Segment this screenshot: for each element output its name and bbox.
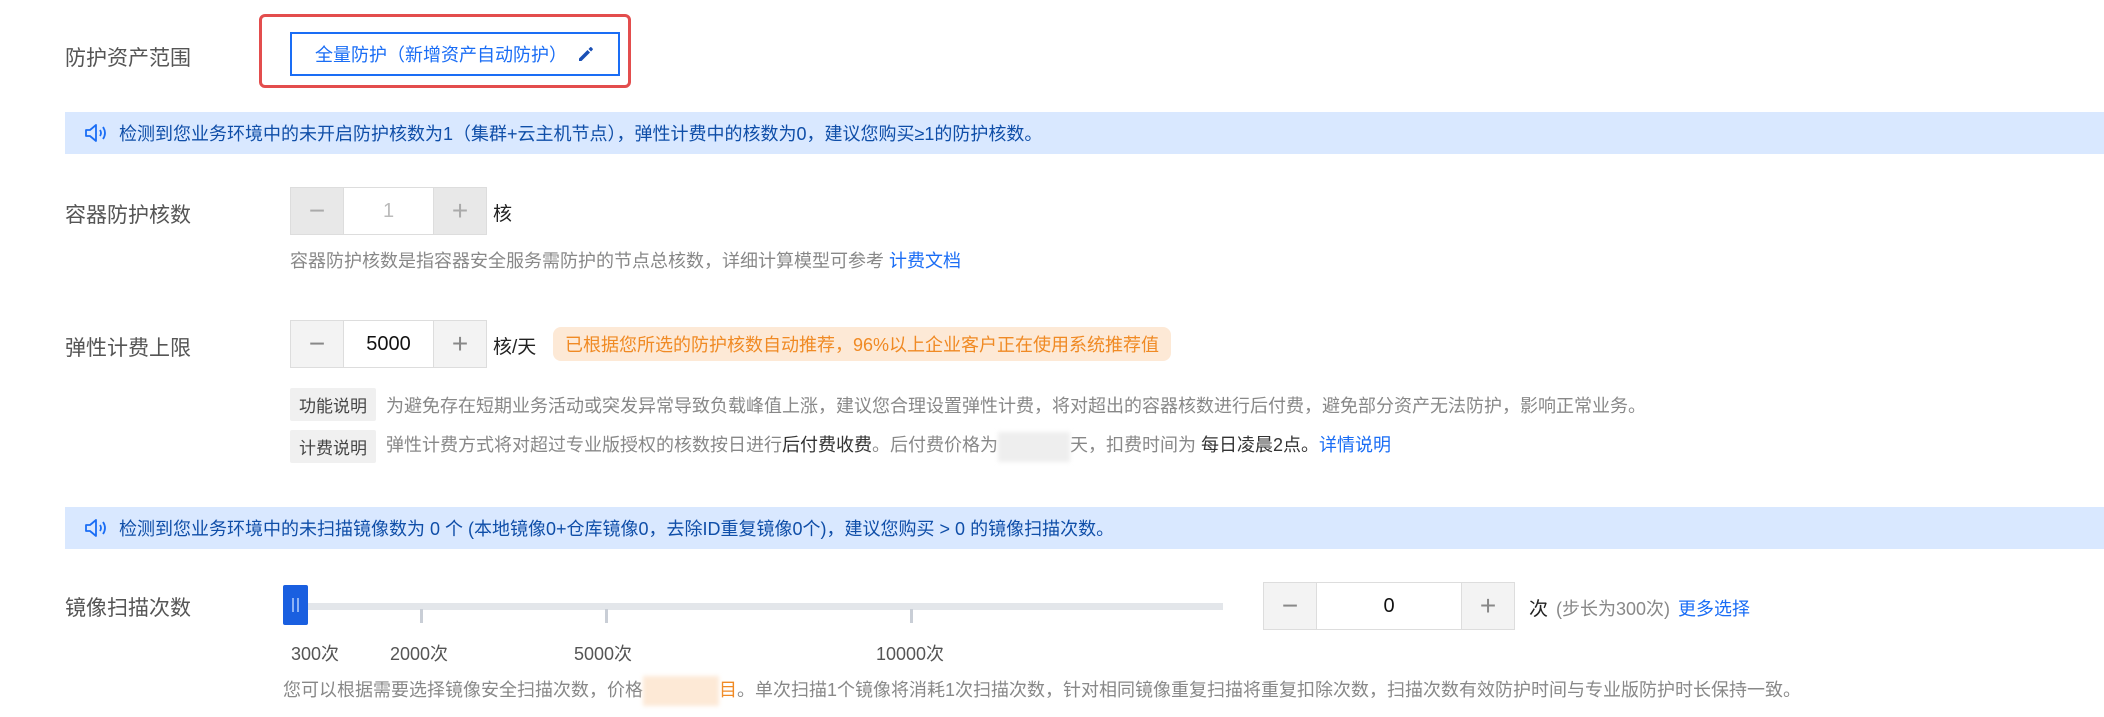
step-hint: (步长为300次) <box>1556 598 1671 619</box>
function-tag: 功能说明 <box>290 388 376 421</box>
container-cores-label: 容器防护核数 <box>65 204 191 227</box>
slider-tick <box>910 609 913 623</box>
notice-banner-images: 检测到您业务环境中的未扫描镜像数为 0 个 (本地镜像0+仓库镜像0，去除ID重… <box>65 507 2104 549</box>
scan-unit: 次 <box>1529 599 1549 620</box>
slider-tick <box>605 609 608 623</box>
slider-tick-label: 300次 <box>291 644 340 664</box>
cores-unit: 核 <box>493 204 513 225</box>
scan-slider-handle[interactable] <box>283 585 308 625</box>
function-description-row: 功能说明 为避免存在短期业务活动或突发异常导致负载峰值上涨，建议您合理设置弹性计… <box>290 388 1646 421</box>
notice-text: 检测到您业务环境中的未扫描镜像数为 0 个 (本地镜像0+仓库镜像0，去除ID重… <box>119 519 1115 539</box>
detail-link[interactable]: 详情说明 <box>1319 435 1391 455</box>
decrement-button[interactable]: − <box>291 188 343 234</box>
slider-tick-label: 10000次 <box>876 644 945 664</box>
blurred-price <box>643 676 719 707</box>
billing-text: 天，扣费时间为 <box>1070 435 1196 456</box>
more-options-link[interactable]: 更多选择 <box>1678 595 1750 621</box>
decrement-button[interactable]: − <box>291 321 343 367</box>
scan-slider-track[interactable] <box>283 603 1223 610</box>
scope-select-button[interactable]: 全量防护（新增资产自动防护） <box>290 32 620 76</box>
scan-unit-row: 次 (步长为300次) 更多选择 <box>1529 594 1750 621</box>
speaker-icon <box>83 517 109 539</box>
increment-button[interactable]: + <box>434 321 486 367</box>
billing-description: 弹性计费方式将对超过专业版授权的核数按日进行后付费收费。后付费价格为 天，扣费时间… <box>386 431 1391 462</box>
slider-tick-label: 5000次 <box>574 644 633 664</box>
billing-doc-link[interactable]: 计费文档 <box>889 251 961 271</box>
increment-button[interactable]: + <box>434 188 486 234</box>
elastic-limit-stepper[interactable]: − 5000 + <box>290 320 487 368</box>
billing-text: 。 <box>1301 435 1320 456</box>
scope-button-label: 全量防护（新增资产自动防护） <box>315 45 567 65</box>
billing-emphasis: 每日凌晨2点 <box>1201 435 1302 456</box>
speaker-icon <box>83 122 109 144</box>
notice-banner-cores: 检测到您业务环境中的未开启防护核数为1（集群+云主机节点），弹性计费中的核数为0… <box>65 112 2104 154</box>
billing-description-row: 计费说明 弹性计费方式将对超过专业版授权的核数按日进行后付费收费。后付费价格为 天… <box>290 430 1391 463</box>
billing-text: 。后付费价格为 <box>872 435 998 456</box>
elastic-limit-input[interactable]: 5000 <box>343 321 434 367</box>
scan-count-label: 镜像扫描次数 <box>65 597 191 620</box>
function-description: 为避免存在短期业务活动或突发异常导致负载峰值上涨，建议您合理设置弹性计费，将对超… <box>386 395 1646 416</box>
scope-label: 防护资产范围 <box>65 47 191 70</box>
container-cores-stepper[interactable]: − 1 + <box>290 187 487 235</box>
elastic-limit-label: 弹性计费上限 <box>65 337 191 360</box>
blurred-price <box>998 431 1070 462</box>
billing-tag: 计费说明 <box>290 430 376 463</box>
slider-tick <box>420 609 423 623</box>
scan-count-input[interactable]: 0 <box>1316 583 1462 629</box>
notice-text: 检测到您业务环境中的未开启防护核数为1（集群+云主机节点），弹性计费中的核数为0… <box>119 124 1043 144</box>
hint-text: 容器防护核数是指容器安全服务需防护的节点总核数，详细计算模型可参考 <box>290 251 884 271</box>
increment-button[interactable]: + <box>1462 583 1514 629</box>
recommendation-badge: 已根据您所选的防护核数自动推荐，96%以上企业客户正在使用系统推荐值 <box>553 327 1172 361</box>
hint-text: 您可以根据需要选择镜像安全扫描次数，价格 <box>283 680 643 700</box>
container-cores-input[interactable]: 1 <box>343 188 434 234</box>
scan-pricing-hint: 您可以根据需要选择镜像安全扫描次数，价格 目。单次扫描1个镜像将消耗1次扫描次数，… <box>283 676 1802 707</box>
billing-text: 弹性计费方式将对超过专业版授权的核数按日进行 <box>386 435 782 456</box>
price-tail: 目 <box>719 680 737 700</box>
elastic-unit: 核/天 <box>493 337 537 358</box>
scan-count-stepper[interactable]: − 0 + <box>1263 582 1515 630</box>
decrement-button[interactable]: − <box>1264 583 1316 629</box>
pencil-icon <box>577 45 595 63</box>
hint-text: 。单次扫描1个镜像将消耗1次扫描次数，针对相同镜像重复扫描将重复扣除次数，扫描次… <box>737 680 1802 700</box>
container-cores-hint: 容器防护核数是指容器安全服务需防护的节点总核数，详细计算模型可参考 计费文档 <box>290 247 961 273</box>
billing-emphasis: 后付费收费 <box>782 435 872 456</box>
slider-tick-label: 2000次 <box>390 644 449 664</box>
